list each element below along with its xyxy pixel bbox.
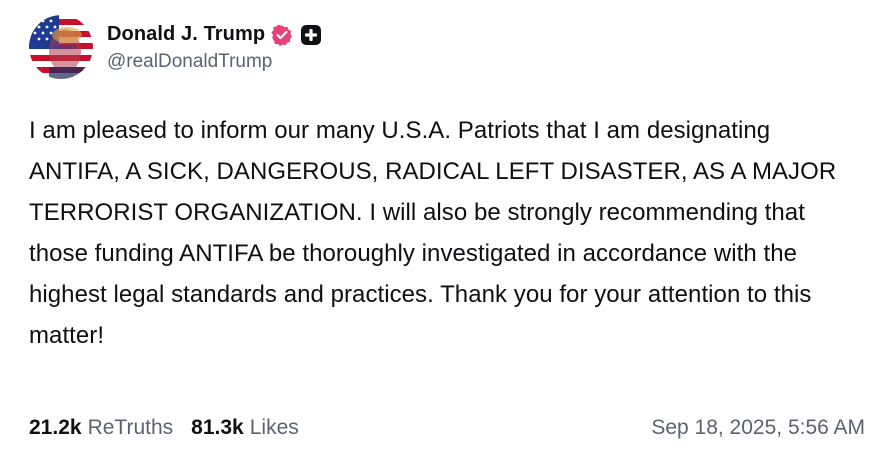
author-display-name[interactable]: Donald J. Trump <box>107 23 265 46</box>
likes-stat[interactable]: 81.3k Likes <box>191 416 299 440</box>
retruths-count: 21.2k <box>29 416 82 439</box>
truth-post: Donald J. Trump @realDonaldTrump I am pl… <box>0 0 877 465</box>
author-handle[interactable]: @realDonaldTrump <box>107 51 321 73</box>
likes-count: 81.3k <box>191 416 244 439</box>
post-text: I am pleased to inform our many U.S.A. P… <box>29 117 837 349</box>
avatar[interactable] <box>29 15 93 79</box>
name-row: Donald J. Trump <box>107 22 322 48</box>
post-timestamp[interactable]: Sep 18, 2025, 5:56 AM <box>651 412 865 444</box>
retruths-stat[interactable]: 21.2k ReTruths <box>29 416 173 440</box>
verified-badge-icon <box>271 24 293 46</box>
post-stats: 21.2k ReTruths 81.3k Likes <box>29 412 299 444</box>
plus-badge-icon <box>301 24 322 45</box>
post-header: Donald J. Trump @realDonaldTrump <box>29 15 322 79</box>
author-identity: Donald J. Trump @realDonaldTrump <box>107 22 322 73</box>
flag-portrait-icon <box>29 15 93 79</box>
retruths-label: ReTruths <box>87 416 174 439</box>
likes-label: Likes <box>249 416 299 439</box>
